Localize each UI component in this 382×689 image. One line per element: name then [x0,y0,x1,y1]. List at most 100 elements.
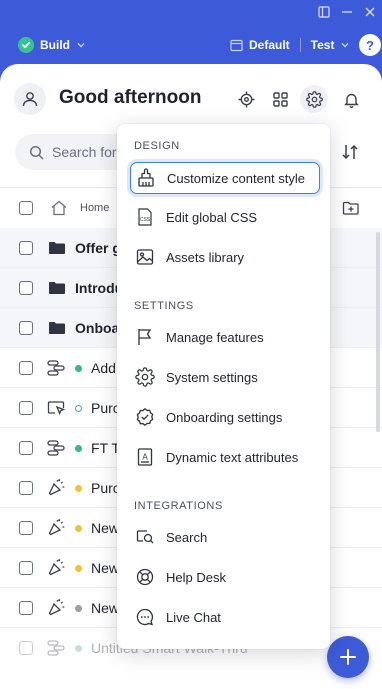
environment-label: Default [249,38,290,52]
menu-item-label: Live Chat [166,609,221,625]
menu-item-label: Help Desk [166,569,226,585]
shoutout-icon [46,598,66,618]
menu-item-help-desk[interactable]: Help Desk [130,561,320,593]
row-checkbox[interactable] [19,401,33,415]
avatar[interactable] [14,83,46,115]
badge-check-icon [136,407,154,427]
chat-bubble-icon [136,608,154,626]
row-label: Purc [91,400,120,416]
mode-label: Test [310,38,335,52]
menu-section-integrations: INTEGRATIONS [134,500,223,512]
gear-icon [305,90,323,108]
status-dot [75,605,82,612]
menu-item-assets-library[interactable]: Assets library [130,241,320,273]
menu-item-live-chat[interactable]: Live Chat [130,601,320,633]
home-icon[interactable] [50,199,68,217]
smart-walkthru-icon [46,638,66,658]
flag-icon [138,329,152,345]
dock-panel-icon[interactable] [316,4,332,20]
paint-roller-icon [138,168,154,187]
close-icon[interactable] [362,4,378,20]
top-bar: Build Default Test ? [0,0,382,64]
check-icon [18,37,34,53]
status-dot [75,565,82,572]
shoutout-icon [46,478,66,498]
row-checkbox[interactable] [19,561,33,575]
menu-item-label: Search [166,529,208,545]
folder-icon [48,240,66,256]
menu-item-search[interactable]: Search [130,521,320,553]
apps-button[interactable] [266,85,294,113]
user-icon [22,92,38,107]
row-checkbox[interactable] [19,241,33,255]
status-dot [75,525,82,532]
menu-item-customize-content-style[interactable]: Customize content style [130,162,320,194]
shoutout-icon [46,558,66,578]
menu-item-label: Dynamic text attributes [166,449,299,465]
divider [299,38,301,52]
minimize-icon[interactable] [339,4,355,20]
row-checkbox[interactable] [19,281,33,295]
status-dot [75,445,82,452]
row-label: Purc [91,480,120,496]
row-label: Onboa [75,320,120,336]
row-checkbox[interactable] [19,641,33,655]
svg-text:CSS: CSS [140,217,151,223]
help-button[interactable]: ? [359,34,381,56]
menu-item-system-settings[interactable]: System settings [130,361,320,393]
row-checkbox[interactable] [19,601,33,615]
status-dot [75,405,82,412]
row-checkbox[interactable] [19,481,33,495]
menu-item-manage-features[interactable]: Manage features [130,321,320,353]
menu-item-label: Manage features [166,329,264,345]
row-label: Offer g [75,240,121,256]
sort-icon[interactable] [340,142,360,162]
menu-item-label: Onboarding settings [166,409,283,425]
search-placeholder: Search for [52,144,117,160]
add-item-button[interactable] [327,636,369,678]
menu-item-dynamic-text-attributes[interactable]: A Dynamic text attributes [130,441,320,473]
menu-item-edit-global-css[interactable]: CSS Edit global CSS [130,201,320,233]
chevron-down-icon [341,43,349,48]
status-dot [75,365,82,372]
image-icon [136,249,154,265]
lifebuoy-icon [136,568,154,586]
build-label: Build [40,38,70,52]
smart-walkthru-icon [46,358,66,378]
row-checkbox[interactable] [19,321,33,335]
environment-selector[interactable]: Default Test [230,36,350,54]
page-title: Good afternoon [59,87,202,108]
row-label: New [91,560,120,576]
scrollbar[interactable] [376,232,380,432]
launcher-icon [46,398,66,418]
smart-walkthru-icon [46,438,66,458]
shoutout-icon [46,518,66,538]
menu-item-label: Assets library [166,249,245,265]
build-mode-dropdown[interactable]: Build [18,36,86,54]
text-attribute-icon: A [137,448,153,466]
row-checkbox[interactable] [19,441,33,455]
gear-icon [135,367,155,387]
status-dot [75,645,82,652]
grid-icon [272,91,288,107]
breadcrumb-home[interactable]: Home [80,202,109,214]
row-checkbox[interactable] [19,361,33,375]
folder-icon [48,320,66,336]
row-label: New [91,600,120,616]
row-checkbox[interactable] [19,521,33,535]
bell-icon [343,93,359,108]
row-label: Add [91,360,116,376]
row-label: Introdu [75,280,124,296]
menu-item-onboarding-settings[interactable]: Onboarding settings [130,401,320,433]
target-button[interactable] [232,85,260,113]
add-folder-icon[interactable] [342,200,360,216]
css-file-icon: CSS [138,208,152,226]
notifications-button[interactable] [337,85,365,113]
folder-icon [48,280,66,296]
row-label: FT T [91,440,121,456]
search-icon [29,145,44,160]
menu-item-label: Customize content style [167,170,306,186]
select-all-checkbox[interactable] [19,201,33,215]
menu-section-design: DESIGN [134,140,180,152]
settings-button[interactable] [300,85,328,113]
